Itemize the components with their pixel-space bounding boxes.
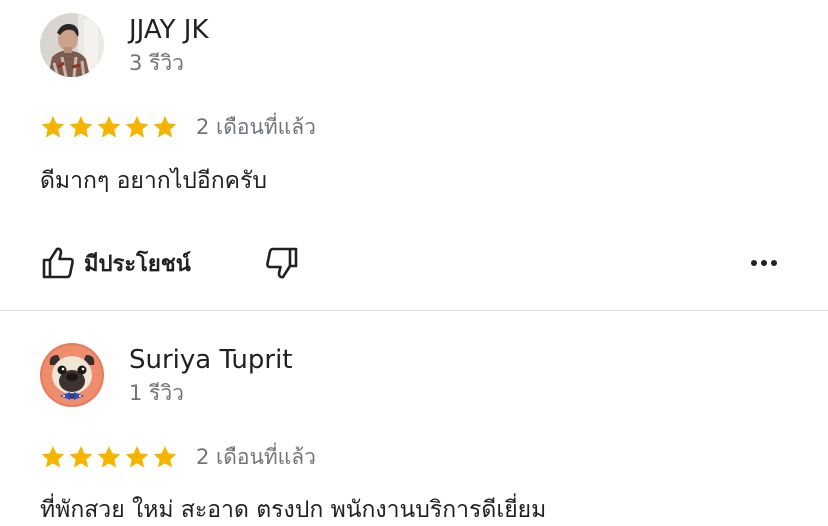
reviewer-name[interactable]: JJAY JK: [129, 15, 209, 45]
reviewer-avatar[interactable]: [40, 13, 104, 77]
reviewer-review-count: 1 รีวิว: [129, 381, 184, 405]
more-options-button[interactable]: [748, 243, 780, 283]
review-text: ดีมากๆ อยากไปอีกครับ: [40, 168, 267, 194]
star-icon: [69, 445, 93, 468]
helpful-label: มีประโยชน์: [84, 250, 191, 276]
star-icon: [125, 115, 149, 138]
thumbs-up-icon: [42, 247, 74, 279]
reviewer-name[interactable]: Suriya Tuprit: [129, 345, 293, 375]
star-icon: [41, 445, 65, 468]
star-rating: [40, 444, 178, 470]
person-photo-avatar-icon: [40, 13, 104, 77]
reviews-list: JJAY JK 3 รีวิว 2 เดือนที่แล้ว ดีมากๆ อย…: [0, 0, 828, 526]
rating-row: 2 เดือนที่แล้ว: [40, 442, 316, 472]
review-date: 2 เดือนที่แล้ว: [196, 444, 316, 469]
star-icon: [97, 445, 121, 468]
star-icon: [153, 115, 177, 138]
star-icon: [153, 445, 177, 468]
star-icon: [125, 445, 149, 468]
rating-row: 2 เดือนที่แล้ว: [40, 112, 316, 142]
star-icon: [41, 115, 65, 138]
reviewer-review-count: 3 รีวิว: [129, 51, 184, 75]
review-card: Suriya Tuprit 1 รีวิว 2 เดือนที่แล้ว ที่…: [0, 311, 828, 526]
review-card: JJAY JK 3 รีวิว 2 เดือนที่แล้ว ดีมากๆ อย…: [0, 0, 828, 310]
review-actions: มีประโยชน์: [40, 243, 788, 283]
star-rating: [40, 114, 178, 140]
helpful-button[interactable]: มีประโยชน์: [40, 243, 191, 283]
not-helpful-button[interactable]: [264, 243, 300, 283]
review-text: ที่พักสวย ใหม่ สะอาด ตรงปก พนักงานบริการ…: [40, 497, 547, 523]
thumbs-down-icon: [266, 247, 298, 279]
reviewer-avatar[interactable]: [40, 343, 104, 407]
more-horizontal-icon: [751, 260, 777, 266]
pug-dog-avatar-icon: [40, 343, 104, 407]
star-icon: [97, 115, 121, 138]
review-date: 2 เดือนที่แล้ว: [196, 114, 316, 139]
star-icon: [69, 115, 93, 138]
